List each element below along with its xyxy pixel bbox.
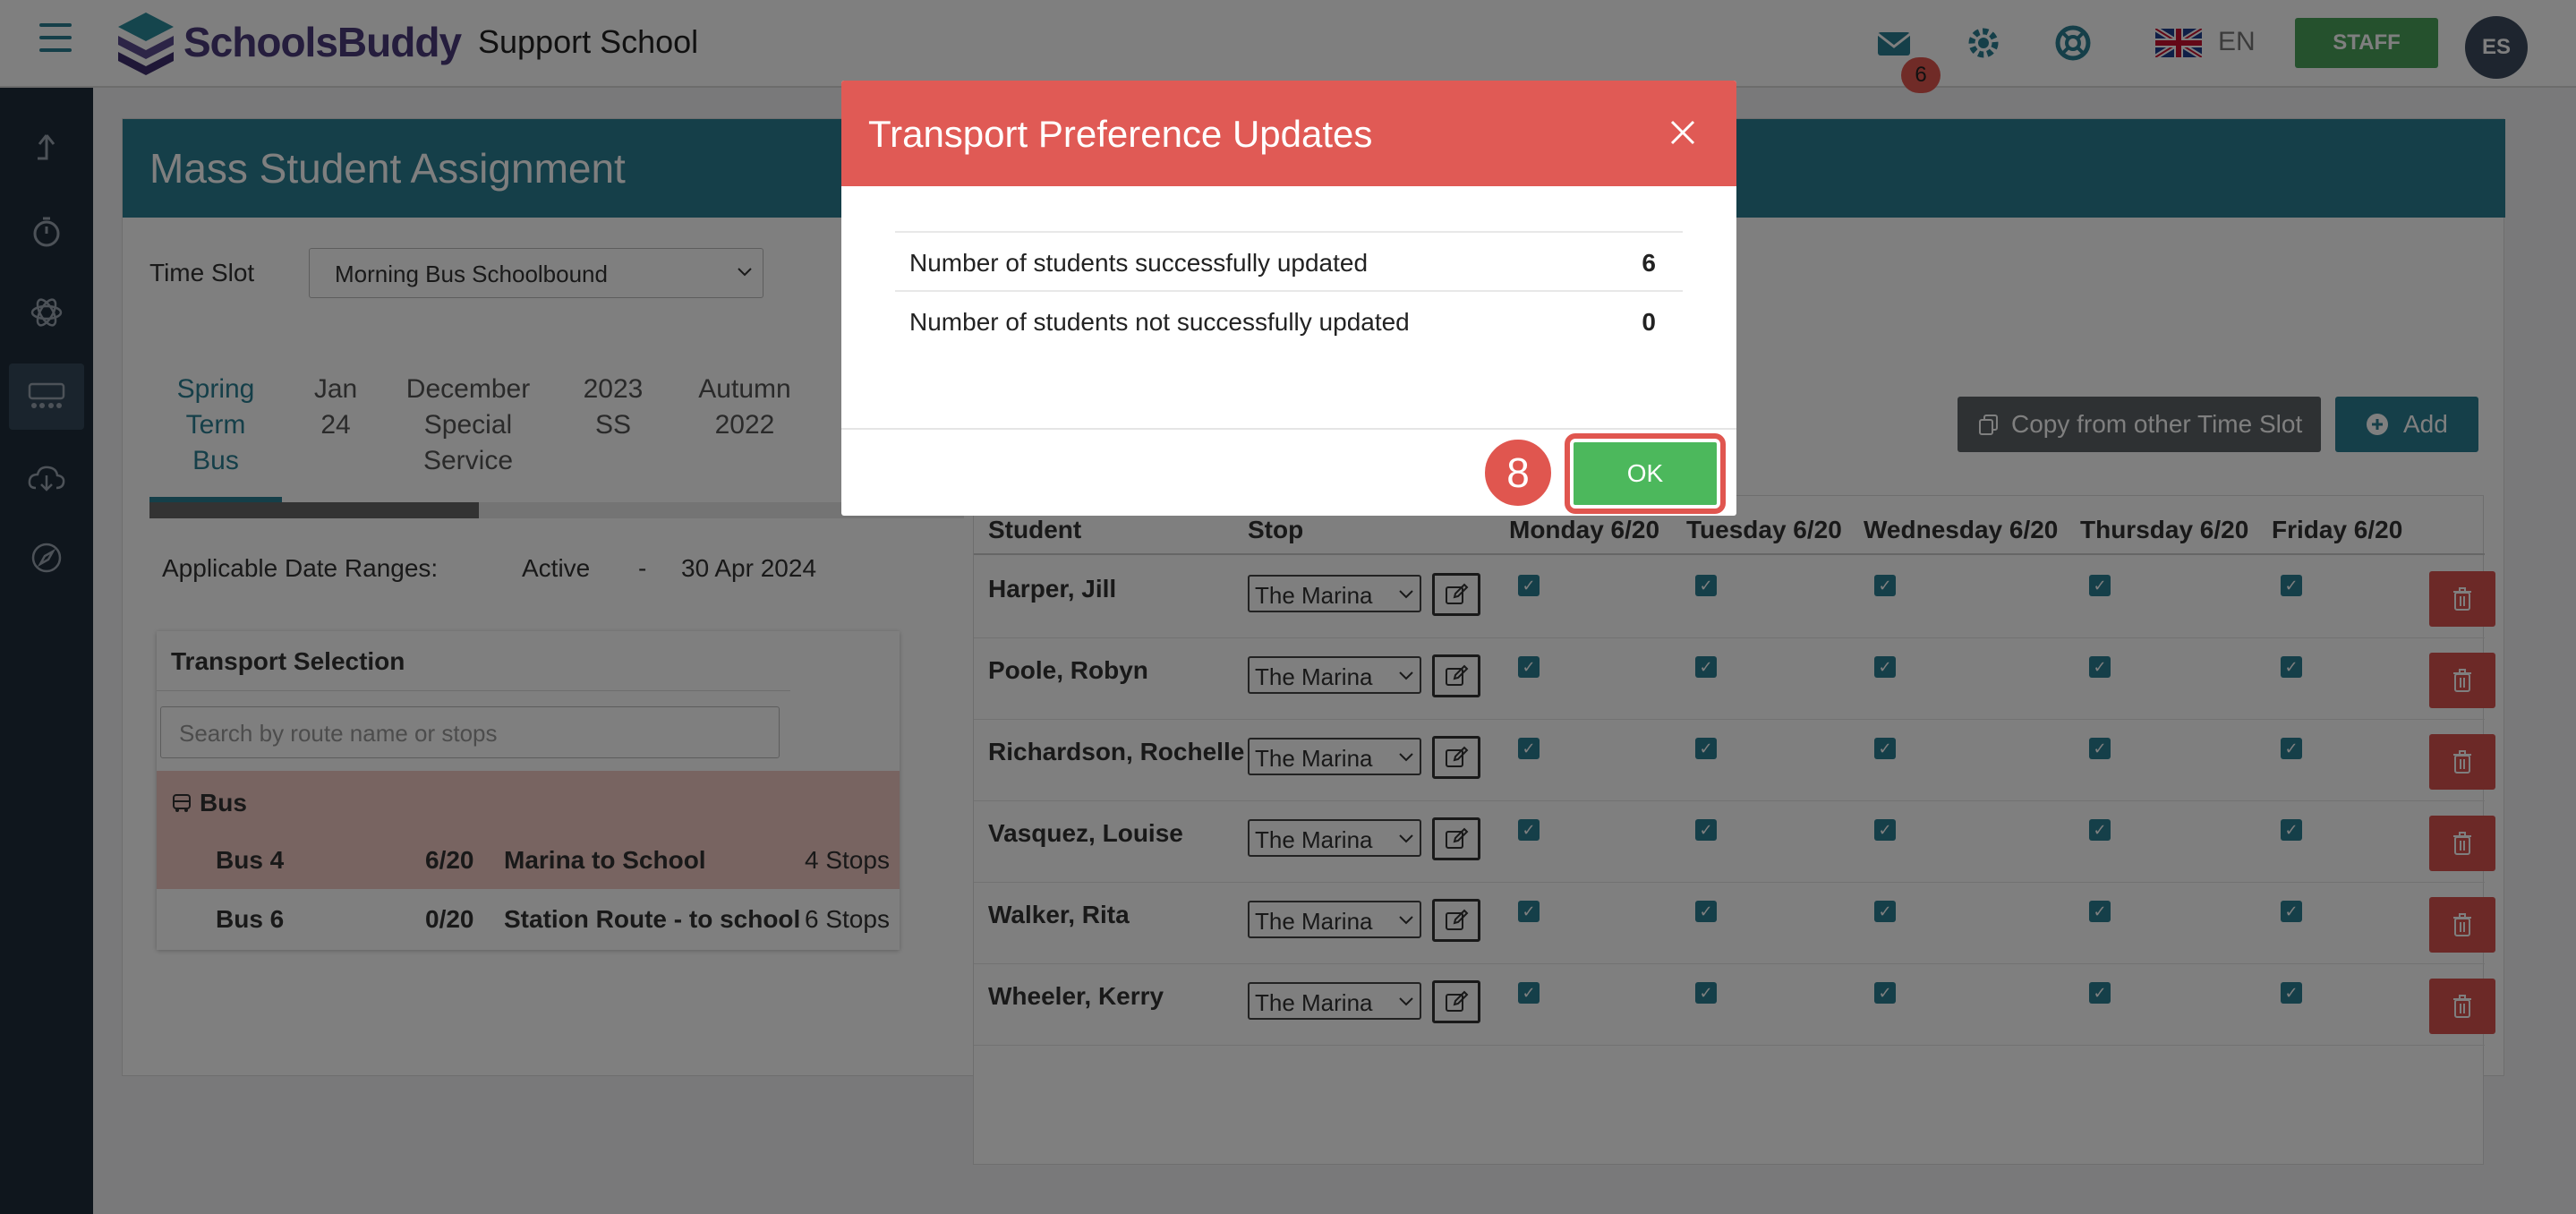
close-icon[interactable] [1663,113,1702,152]
success-count-row: Number of students successfully updated … [895,231,1683,290]
failure-count-row: Number of students not successfully upda… [895,290,1683,349]
modal-footer-divider [841,428,1736,430]
success-count-label: Number of students successfully updated [909,249,1369,277]
failure-count-value: 0 [1642,308,1656,336]
modal-title: Transport Preference Updates [868,113,1373,155]
step-number-badge: 8 [1482,437,1554,509]
success-count-value: 6 [1642,249,1656,277]
modal-header: Transport Preference Updates [841,81,1736,186]
failure-count-label: Number of students not successfully upda… [909,308,1410,336]
ok-button[interactable]: OK [1565,433,1726,514]
